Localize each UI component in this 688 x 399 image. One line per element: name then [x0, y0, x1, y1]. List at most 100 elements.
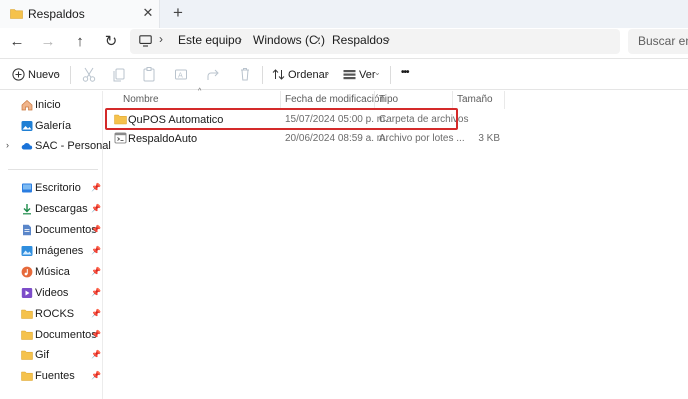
file-row-qupos-automatico[interactable]: QuPOS Automatico 15/07/2024 05:00 p. m. … [104, 110, 688, 130]
breadcrumb-separator-icon: › [316, 32, 320, 46]
divider [70, 66, 71, 84]
file-size: 3 KB [478, 133, 500, 144]
file-type: Carpeta de archivos [379, 114, 469, 125]
folder-icon [21, 371, 33, 381]
sidebar-item-videos[interactable]: Videos 📌 [0, 284, 103, 304]
sort-button[interactable]: Ordenar ⌄ [270, 65, 332, 85]
pin-icon[interactable]: 📌 [91, 350, 101, 359]
cut-icon[interactable] [82, 65, 96, 85]
sort-ascending-icon: ^ [198, 88, 202, 95]
breadcrumb-separator-icon: › [386, 32, 390, 46]
column-header-type[interactable]: Tipo [379, 94, 398, 105]
breadcrumb-respaldos[interactable]: Respaldos [332, 33, 389, 47]
search-input[interactable]: Buscar en Respaldos [628, 29, 688, 54]
more-options-button[interactable]: ••• [401, 67, 409, 78]
sidebar-item-musica[interactable]: Música 📌 [0, 263, 103, 283]
batch-file-icon [114, 132, 127, 144]
navigation-pane: Inicio Galería › SAC - Personal Escritor… [0, 91, 111, 399]
breadcrumb-separator-icon: › [238, 32, 242, 46]
close-tab-button[interactable]: ✕ [140, 5, 156, 21]
up-button[interactable]: ↑ [70, 32, 90, 52]
sidebar-item-inicio[interactable]: Inicio [0, 96, 103, 116]
chevron-right-icon[interactable]: › [6, 140, 9, 150]
sidebar-item-rocks[interactable]: ROCKS 📌 [0, 305, 103, 325]
address-bar[interactable]: › Este equipo › Windows (C:) › Respaldos… [130, 29, 620, 54]
desktop-icon [22, 183, 32, 193]
tab-respaldos[interactable]: Respaldos ✕ [0, 0, 160, 28]
sidebar-item-label: ROCKS [35, 308, 75, 320]
sidebar-item-label: Inicio [35, 99, 61, 111]
file-row-respaldoauto[interactable]: RespaldoAuto 20/06/2024 08:59 a. m. Arch… [104, 129, 688, 149]
share-icon[interactable] [206, 65, 220, 85]
pin-icon[interactable]: 📌 [91, 309, 101, 318]
file-name: QuPOS Automatico [128, 114, 224, 126]
folder-icon [21, 350, 33, 360]
view-button[interactable]: Ver ⌄ [341, 65, 385, 85]
sidebar-item-label: Descargas [35, 203, 88, 215]
sidebar-item-label: SAC - Personal [35, 140, 111, 152]
new-button[interactable]: Nuevo ⌄ [10, 65, 62, 85]
back-button[interactable]: ← [7, 32, 27, 52]
sidebar-item-fuentes[interactable]: Fuentes 📌 [0, 367, 103, 387]
file-list: ^ Nombre Fecha de modificación Tipo Tama… [104, 88, 688, 399]
copy-icon[interactable] [112, 65, 126, 85]
videos-icon [21, 288, 33, 298]
new-tab-button[interactable]: + [170, 4, 186, 22]
pin-icon[interactable]: 📌 [91, 204, 101, 213]
divider [390, 66, 391, 84]
file-modified: 15/07/2024 05:00 p. m. [285, 114, 388, 125]
rename-icon[interactable]: A [174, 65, 188, 85]
sidebar-item-label: Documentos [35, 224, 97, 236]
breadcrumb-este-equipo[interactable]: Este equipo [178, 33, 241, 47]
breadcrumb-windows-c[interactable]: Windows (C:) [253, 33, 325, 47]
column-divider[interactable] [452, 91, 453, 109]
sidebar-item-imagenes[interactable]: Imágenes 📌 [0, 242, 103, 262]
chevron-down-icon: ⌄ [54, 68, 61, 77]
computer-icon [139, 35, 152, 47]
column-header-modified[interactable]: Fecha de modificación [285, 94, 385, 105]
sidebar-item-label: Fuentes [35, 370, 75, 382]
column-header-size[interactable]: Tamaño [457, 94, 493, 105]
sidebar-item-escritorio[interactable]: Escritorio 📌 [0, 179, 103, 199]
download-icon [23, 204, 31, 215]
command-bar: Nuevo ⌄ A Ordenar ⌄ Ver ⌄ ••• [0, 58, 688, 90]
paste-icon[interactable] [142, 65, 156, 85]
refresh-button[interactable]: ↻ [101, 32, 121, 52]
pin-icon[interactable]: 📌 [91, 246, 101, 255]
chevron-down-icon: ⌄ [324, 68, 331, 77]
pin-icon[interactable]: 📌 [91, 288, 101, 297]
forward-button[interactable]: → [38, 32, 58, 52]
sidebar-item-descargas[interactable]: Descargas 📌 [0, 200, 103, 220]
sidebar-item-label: Documentos [35, 329, 97, 341]
file-modified: 20/06/2024 08:59 a. m. [285, 133, 388, 144]
pin-icon[interactable]: 📌 [91, 183, 101, 192]
sidebar-item-documentos[interactable]: Documentos 📌 [0, 221, 103, 241]
search-placeholder: Buscar en Respaldos [638, 34, 688, 48]
music-icon [21, 266, 33, 278]
pin-icon[interactable]: 📌 [91, 225, 101, 234]
folder-icon [21, 330, 33, 340]
sort-icon [272, 69, 285, 80]
column-divider[interactable] [374, 91, 375, 109]
sidebar-item-label: Galería [35, 120, 72, 132]
sidebar-item-documentos-folder[interactable]: Documentos 📌 [0, 326, 103, 346]
sidebar-item-label: Escritorio [35, 182, 81, 194]
view-list-icon [343, 70, 356, 80]
chevron-down-icon: ⌄ [374, 68, 381, 77]
sidebar-item-sac-personal[interactable]: › SAC - Personal [0, 137, 111, 157]
documents-icon [23, 224, 31, 236]
breadcrumb-separator-icon: › [159, 32, 163, 46]
column-divider[interactable] [504, 91, 505, 109]
pin-icon[interactable]: 📌 [91, 330, 101, 339]
sidebar-item-label: Música [35, 266, 70, 278]
delete-icon[interactable] [238, 65, 252, 85]
plus-circle-icon [12, 68, 25, 81]
pin-icon[interactable]: 📌 [91, 371, 101, 380]
sidebar-item-galeria[interactable]: Galería [0, 117, 103, 137]
pin-icon[interactable]: 📌 [91, 267, 101, 276]
column-divider[interactable] [280, 91, 281, 109]
sidebar-item-label: Gif [35, 349, 50, 361]
divider [262, 66, 263, 84]
column-header-name[interactable]: Nombre [123, 94, 159, 105]
sidebar-item-gif[interactable]: Gif 📌 [0, 346, 103, 366]
